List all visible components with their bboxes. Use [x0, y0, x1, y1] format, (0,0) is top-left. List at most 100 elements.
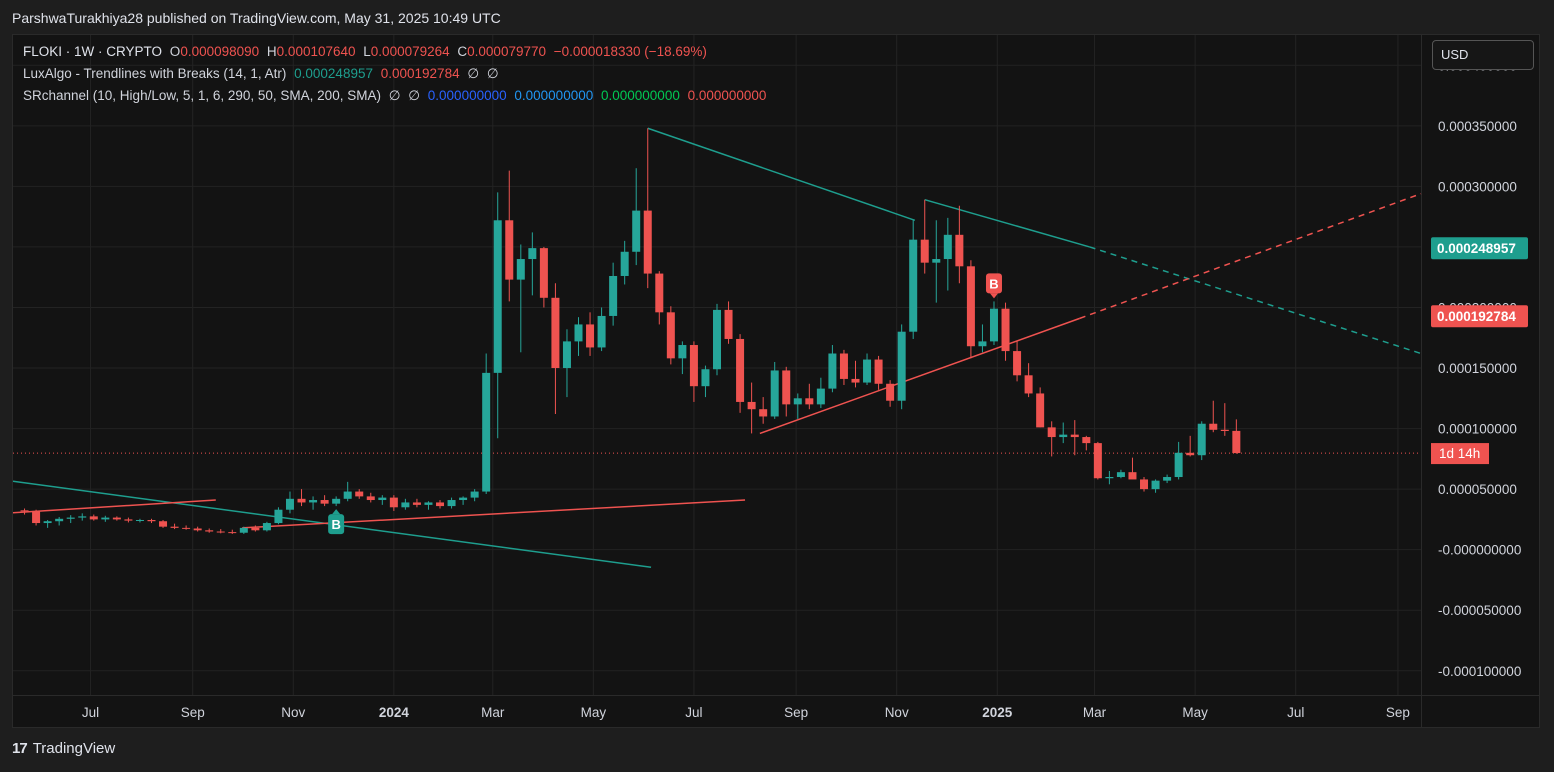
price-axis-label: 0.000248957 [1437, 241, 1516, 256]
candle-down [955, 234, 964, 267]
candle-down [193, 528, 202, 531]
symbol-label[interactable]: FLOKI · 1W · CRYPTO [23, 44, 162, 59]
currency-button[interactable]: USD [1432, 40, 1534, 70]
candle-down [747, 401, 756, 410]
candle-up [401, 502, 410, 508]
candle-down [1128, 472, 1137, 480]
candle-up [1116, 472, 1125, 478]
trendline-lower-red-projection [1079, 192, 1422, 320]
candle-up [424, 502, 433, 505]
x-axis-tick-label: Sep [784, 705, 808, 720]
candle-up [620, 251, 629, 276]
candle-down [205, 530, 214, 532]
candle-down [689, 345, 698, 387]
candle-down [389, 497, 398, 508]
candle-down [759, 409, 768, 417]
publisher-line: ParshwaTurakhiya28 published on TradingV… [12, 10, 501, 26]
candle-up [66, 517, 75, 519]
candle-up [516, 259, 525, 280]
candle-up [493, 220, 502, 373]
break-marker-label: B [331, 517, 340, 532]
candle-up [1197, 423, 1206, 456]
candle-up [482, 372, 491, 492]
candle-up [989, 308, 998, 342]
candle-up [632, 210, 641, 252]
luxalgo-indicator-name[interactable]: LuxAlgo - Trendlines with Breaks (14, 1,… [23, 66, 286, 81]
x-axis-tick-label: Nov [281, 705, 305, 720]
y-axis-tick-label: 0.000100000 [1438, 422, 1517, 437]
x-axis-tick-label: Jul [685, 705, 702, 720]
candle-down [182, 527, 191, 529]
candle-up [909, 239, 918, 332]
candle-up [262, 523, 271, 531]
candle-down [320, 500, 329, 504]
countdown-label: 1d 14h [1439, 446, 1480, 461]
y-axis-tick-label: -0.000050000 [1438, 603, 1521, 618]
candle-down [736, 338, 745, 402]
y-axis-tick-label: 0.000350000 [1438, 119, 1517, 134]
candle-up [1105, 477, 1114, 479]
candle-up [43, 521, 52, 524]
candle-down [1001, 308, 1010, 352]
candle-down [1082, 437, 1091, 444]
trendline-lower-red-2023 [13, 499, 216, 514]
break-marker-pointer [332, 509, 341, 515]
candle-down [170, 526, 179, 528]
footer-branding: 17 TradingView [12, 740, 115, 757]
trendline-lower-red-2023b [242, 499, 746, 529]
candle-down [32, 510, 41, 524]
candle-down [805, 398, 814, 405]
candle-up [55, 518, 64, 522]
candle-down [666, 312, 675, 359]
x-axis-tick-label: Jul [82, 705, 99, 720]
candle-up [285, 498, 294, 510]
candle-up [78, 516, 87, 518]
candle-up [528, 248, 537, 260]
candle-down [724, 309, 733, 339]
x-axis-tick-label: 2025 [982, 705, 1013, 720]
legend-srchannel-row[interactable]: SRchannel (10, High/Low, 5, 1, 6, 290, 5… [23, 88, 770, 104]
y-axis-tick-label: 0.000150000 [1438, 361, 1517, 376]
candle-up [378, 497, 387, 501]
candle-down [1232, 430, 1241, 454]
srchannel-indicator-name[interactable]: SRchannel (10, High/Low, 5, 1, 6, 290, 5… [23, 88, 381, 103]
candle-up [770, 370, 779, 417]
price-chart[interactable]: 0.0004000000.0003500000.0003000000.00025… [13, 35, 1539, 727]
legend-symbol-row: FLOKI · 1W · CRYPTO O0.000098090 H0.0001… [23, 44, 711, 59]
candle-down [20, 510, 29, 512]
candle-down [436, 502, 445, 507]
luxalgo-na-1: ∅ [467, 66, 480, 81]
srchannel-na-2: ∅ [408, 88, 421, 103]
candle-up [943, 234, 952, 260]
srchannel-value-3: 0.000000000 [601, 88, 680, 103]
candle-down [89, 516, 98, 520]
candle-down [586, 324, 595, 348]
candle-up [562, 341, 571, 369]
x-axis-tick-label: Sep [181, 705, 205, 720]
x-axis-tick-label: Mar [481, 705, 505, 720]
candle-up [1059, 434, 1068, 438]
candle-up [828, 353, 837, 389]
candle-down [1070, 434, 1079, 438]
candle-down [851, 378, 860, 383]
candle-down [839, 353, 848, 379]
close-label: C [457, 44, 468, 59]
srchannel-value-1: 0.000000000 [427, 88, 507, 103]
x-axis-tick-label: Nov [885, 705, 909, 720]
candle-down [1047, 427, 1056, 438]
candle-down [297, 498, 306, 503]
candle-down [124, 519, 133, 521]
x-axis-tick-label: May [581, 705, 607, 720]
chart-panel[interactable]: 0.0004000000.0003500000.0003000000.00025… [12, 34, 1540, 728]
x-axis-tick-label: Sep [1386, 705, 1410, 720]
candle-up [816, 388, 825, 405]
low-label: L [363, 44, 371, 59]
legend-luxalgo-row[interactable]: LuxAlgo - Trendlines with Breaks (14, 1,… [23, 66, 503, 82]
tradingview-brand[interactable]: TradingView [33, 740, 116, 757]
luxalgo-na-2: ∅ [486, 66, 499, 81]
candle-up [793, 398, 802, 405]
candle-down [551, 297, 560, 369]
candle-up [135, 520, 144, 522]
candle-up [1151, 480, 1160, 490]
y-axis-tick-label: -0.000000000 [1438, 543, 1521, 558]
